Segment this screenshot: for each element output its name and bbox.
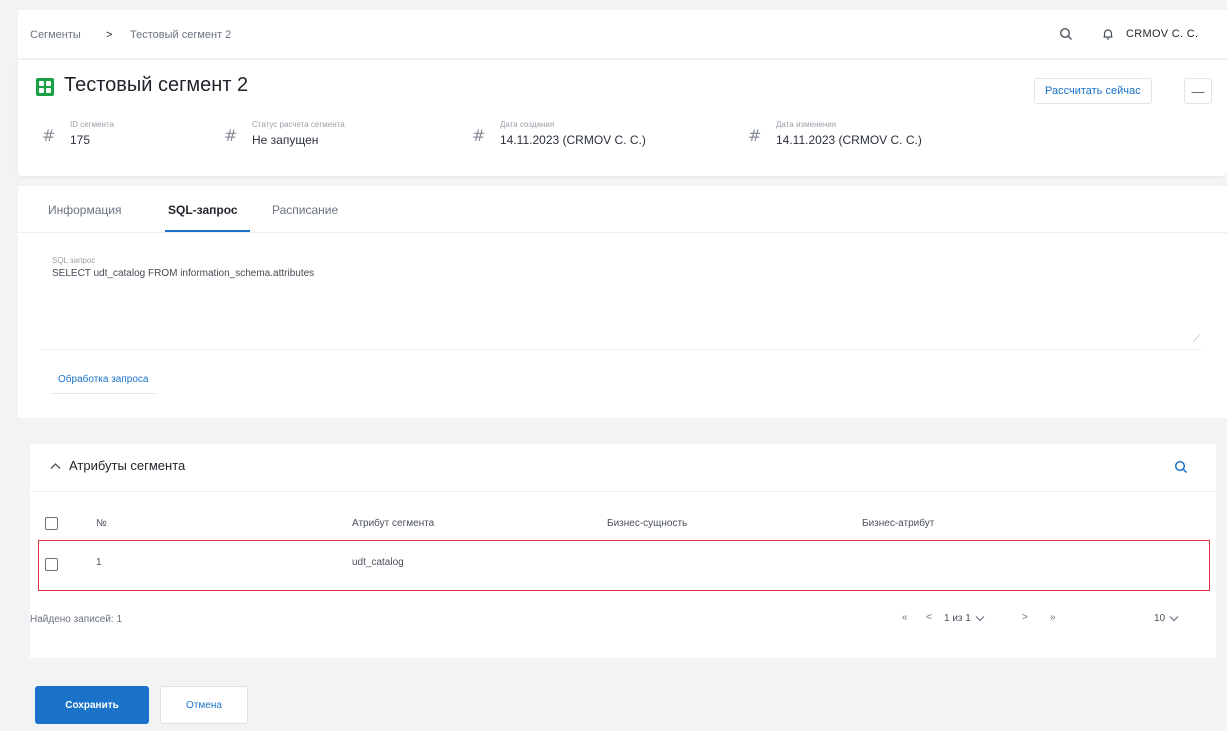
cell-attribute: udt_catalog <box>352 557 404 568</box>
more-button[interactable]: — <box>1184 78 1212 104</box>
meta-label: Дата изменения <box>776 120 837 129</box>
table-divider <box>30 491 1216 492</box>
last-page-button[interactable]: » <box>1050 612 1056 623</box>
column-header-business-entity[interactable]: Бизнес-сущность <box>607 518 687 529</box>
calculate-now-button[interactable]: Рассчитать сейчас <box>1034 78 1152 104</box>
table-row[interactable]: 1 udt_catalog <box>38 540 1210 591</box>
row-checkbox[interactable] <box>45 558 58 571</box>
cancel-button[interactable]: Отмена <box>160 686 248 724</box>
segment-attributes-panel: Атрибуты сегмента № Атрибут сегмента Биз… <box>30 444 1216 658</box>
process-query-link[interactable]: Обработка запроса <box>50 366 157 394</box>
records-found: Найдено записей: 1 <box>30 614 122 625</box>
page-select[interactable]: 1 из 1 <box>944 606 985 630</box>
attributes-title: Атрибуты сегмента <box>69 458 186 473</box>
meta-label: Дата создания <box>500 120 555 129</box>
meta-label: Статус расчета сегмента <box>252 120 345 129</box>
first-page-button[interactable]: « <box>902 612 908 623</box>
next-page-button[interactable]: > <box>1022 612 1028 623</box>
top-bar: Сегменты > Тестовый сегмент 2 CRMOV C. C… <box>18 10 1227 58</box>
tabs-divider <box>18 232 1227 233</box>
segment-header: Тестовый сегмент 2 Рассчитать сейчас — #… <box>18 60 1227 176</box>
chevron-up-icon <box>50 462 61 469</box>
breadcrumb-root[interactable]: Сегменты <box>30 29 81 41</box>
segment-icon <box>36 78 54 96</box>
meta-value: 14.11.2023 (CRMOV C. C.) <box>776 133 922 147</box>
bell-icon[interactable] <box>1098 24 1118 44</box>
hash-icon: # <box>472 126 486 145</box>
hash-icon: # <box>224 126 238 145</box>
meta-value: 14.11.2023 (CRMOV C. C.) <box>500 133 646 147</box>
meta-label: ID сегмента <box>70 120 114 129</box>
page-select-value: 1 из 1 <box>944 612 971 624</box>
tab-sql-query[interactable]: SQL-запрос <box>168 203 238 217</box>
cell-number: 1 <box>96 557 102 568</box>
sql-query-value[interactable]: SELECT udt_catalog FROM information_sche… <box>52 268 314 279</box>
search-icon[interactable] <box>1056 24 1076 44</box>
resize-handle-icon[interactable]: ⟋ <box>1193 334 1200 345</box>
save-button[interactable]: Сохранить <box>35 686 149 724</box>
column-header-business-attribute[interactable]: Бизнес-атрибут <box>862 518 934 529</box>
user-name[interactable]: CRMOV C. C. <box>1126 28 1198 40</box>
tab-information[interactable]: Информация <box>48 203 121 217</box>
hash-icon: # <box>42 126 56 145</box>
records-found-label: Найдено записей: <box>30 614 114 625</box>
meta-value: Не запущен <box>252 133 319 147</box>
column-header-number[interactable]: № <box>96 518 107 529</box>
chevron-down-icon <box>1169 615 1179 621</box>
breadcrumb-current: Тестовый сегмент 2 <box>130 29 232 41</box>
meta-value: 175 <box>70 133 91 147</box>
page-title: Тестовый сегмент 2 <box>64 74 249 96</box>
attributes-search-icon[interactable] <box>1170 456 1192 478</box>
sql-query-label: SQL запрос <box>52 256 96 265</box>
attributes-collapse-toggle[interactable]: Атрибуты сегмента <box>50 458 185 473</box>
breadcrumb-separator: > <box>106 29 113 41</box>
records-found-count: 1 <box>116 614 123 625</box>
hash-icon: # <box>748 126 762 145</box>
sql-query-field[interactable]: SQL запрос SELECT udt_catalog FROM infor… <box>40 250 1202 350</box>
tab-schedule[interactable]: Расписание <box>272 203 338 217</box>
page-size-value: 10 <box>1154 612 1166 624</box>
page-size-select[interactable]: 10 <box>1154 606 1179 630</box>
prev-page-button[interactable]: < <box>926 612 932 623</box>
chevron-down-icon <box>975 615 985 621</box>
column-header-attribute[interactable]: Атрибут сегмента <box>352 518 434 529</box>
select-all-checkbox[interactable] <box>45 517 58 530</box>
tabs-panel: Информация SQL-запрос Расписание SQL зап… <box>18 186 1227 418</box>
